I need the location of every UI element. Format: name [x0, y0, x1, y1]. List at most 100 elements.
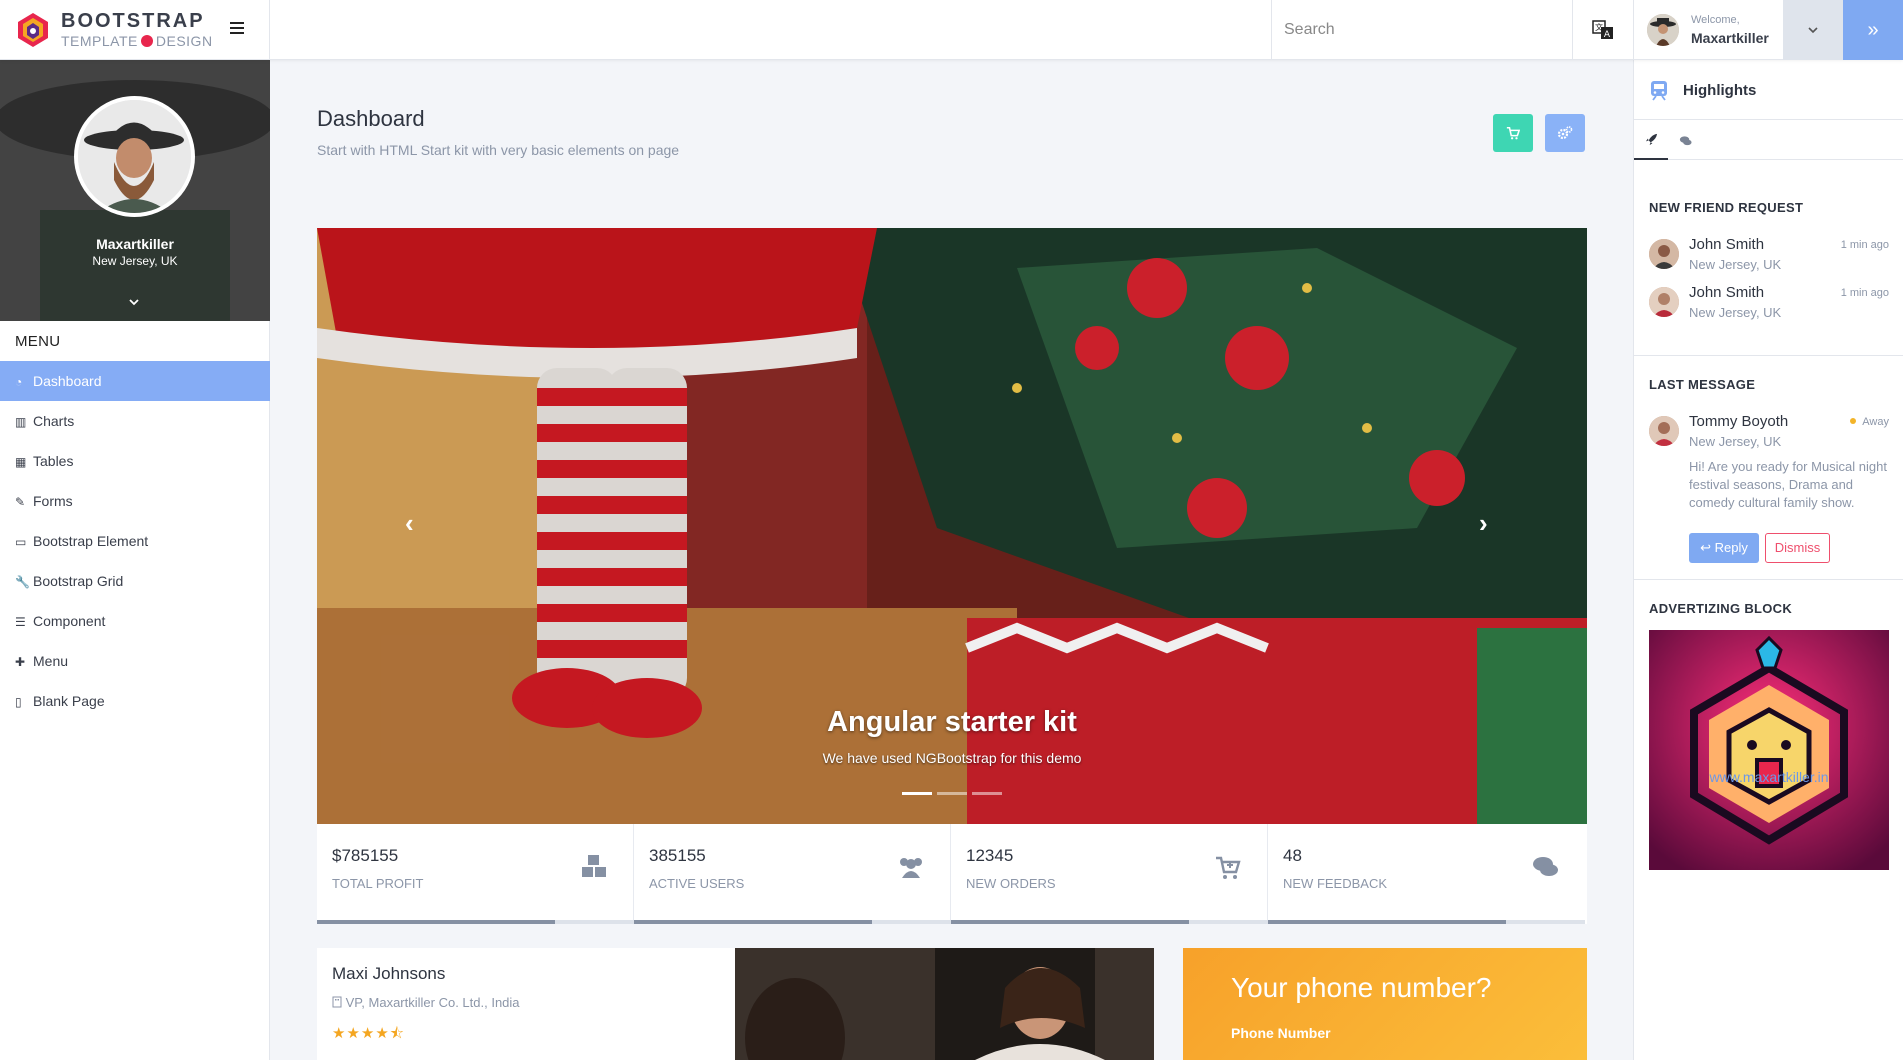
welcome-text: Welcome,	[1691, 14, 1740, 26]
sidebar-item-bootstrap-element[interactable]: ▭ Bootstrap Element	[0, 521, 270, 561]
reply-label: Reply	[1714, 540, 1748, 555]
svg-text:A: A	[1604, 30, 1611, 40]
avatar	[1649, 287, 1679, 317]
chevron-right-icon: ›	[1479, 508, 1488, 538]
divider	[1634, 355, 1903, 356]
tab-activity[interactable]	[1634, 120, 1668, 160]
friend-name: John Smith	[1689, 236, 1765, 253]
stat-new-orders: 12345 NEW ORDERS	[951, 824, 1268, 924]
right-panel-title: Highlights	[1683, 82, 1757, 99]
carousel-indicator[interactable]	[902, 792, 932, 795]
user-avatar	[1647, 14, 1679, 46]
top-navbar: BOOTSTRAP TEMPLATEDESIGN A 文 Welcome, Ma	[0, 0, 1903, 60]
cart-icon	[1506, 126, 1521, 140]
carousel-indicator[interactable]	[937, 792, 967, 795]
profile-location: New Jersey, UK	[92, 254, 178, 268]
hamburger-menu-icon[interactable]	[230, 22, 244, 36]
svg-text:文: 文	[1595, 22, 1603, 32]
sidebar-item-charts[interactable]: ▥ Charts	[0, 401, 270, 441]
translate-icon: A 文	[1592, 20, 1613, 40]
advertising-heading: ADVERTIZING BLOCK	[1649, 601, 1793, 616]
plus-icon: ✚	[15, 655, 26, 669]
tab-chat[interactable]	[1668, 120, 1702, 160]
user-menu[interactable]: Welcome, Maxartkiller	[1633, 0, 1783, 60]
friend-name: John Smith	[1689, 284, 1765, 301]
translate-button[interactable]: A 文	[1572, 0, 1633, 60]
phone-card-title: Your phone number?	[1231, 972, 1492, 1003]
stat-progress-fill	[634, 920, 872, 924]
carousel-next-button[interactable]: ›	[1479, 508, 1488, 539]
sidebar-item-label: Bootstrap Grid	[33, 573, 124, 589]
sidebar-item-bootstrap-grid[interactable]: 🔧 Bootstrap Grid	[0, 561, 270, 601]
sidebar-item-label: Dashboard	[33, 373, 102, 389]
sidebar-item-component[interactable]: ☰ Component	[0, 601, 270, 641]
star-rating: ★★★★⯪	[332, 1025, 405, 1042]
sidebar-item-label: Blank Page	[33, 693, 105, 709]
reply-icon: ↩	[1700, 540, 1715, 555]
stat-progress	[317, 920, 634, 924]
stat-value: 12345	[966, 846, 1014, 865]
carousel-prev-button[interactable]: ‹	[405, 508, 414, 539]
lion-logo-icon	[18, 13, 48, 47]
cubes-icon	[582, 855, 606, 877]
friend-location: New Jersey, UK	[1689, 257, 1782, 272]
sidebar-item-label: Tables	[33, 453, 74, 469]
user-dropdown-button[interactable]	[1783, 0, 1843, 60]
sidebar-item-forms[interactable]: ✎ Forms	[0, 481, 270, 521]
brand-subtitle: TEMPLATE DESIGN	[61, 33, 213, 49]
cart-button[interactable]	[1493, 114, 1533, 152]
page-subtitle: Start with HTML Start kit with very basi…	[317, 142, 680, 158]
right-panel-tabs	[1634, 120, 1903, 160]
message-sender[interactable]: Tommy Boyoth New Jersey, UK Away	[1649, 413, 1889, 457]
brand-sub-right: DESIGN	[155, 33, 213, 49]
message-sender-name: Tommy Boyoth	[1689, 413, 1789, 430]
stat-total-profit: $785155 TOTAL PROFIT	[317, 824, 634, 924]
stat-value: $785155	[332, 846, 399, 865]
users-icon	[900, 858, 922, 878]
stat-label: TOTAL PROFIT	[332, 876, 424, 891]
stat-progress-fill	[317, 920, 555, 924]
dismiss-button[interactable]: Dismiss	[1765, 533, 1830, 563]
sidebar-menu: ◔ Dashboard ▥ Charts ▦ Tables ✎ Forms ▭ Boots…	[0, 361, 270, 721]
edit-icon: ✎	[15, 495, 26, 509]
table-icon: ▦	[15, 455, 27, 469]
settings-button[interactable]	[1545, 114, 1585, 152]
right-panel-toggle-button[interactable]: »	[1843, 0, 1903, 60]
brand-sub-left: TEMPLATE	[61, 33, 138, 49]
advertising-link[interactable]: www.maxartkiller.in	[1634, 769, 1903, 785]
chevron-down-icon[interactable]	[128, 296, 140, 308]
brand-name: BOOTSTRAP	[61, 10, 205, 32]
friend-time: 1 min ago	[1840, 287, 1889, 299]
friend-requests-heading: NEW FRIEND REQUEST	[1649, 200, 1804, 215]
carousel-indicator[interactable]	[972, 792, 1002, 795]
search-input[interactable]	[1272, 0, 1572, 60]
profile-name: Maxartkiller	[96, 236, 174, 252]
friend-request-item[interactable]: John Smith New Jersey, UK 1 min ago	[1649, 284, 1889, 328]
brand-dot-icon	[140, 35, 153, 47]
image-carousel[interactable]: ‹ › Angular starter kit We have used NGB…	[317, 228, 1587, 824]
profile-card: Maxi Johnsons VP, Maxartkiller Co. Ltd.,…	[317, 948, 1154, 1060]
sidebar-item-menu[interactable]: ✚ Menu	[0, 641, 270, 681]
message-sender-location: New Jersey, UK	[1689, 434, 1782, 449]
profile-avatar[interactable]	[74, 96, 195, 217]
sidebar-item-blank-page[interactable]: ▯ Blank Page	[0, 681, 270, 721]
right-panel: Highlights NEW FRIEND REQUEST John Smith…	[1633, 60, 1903, 1060]
stat-value: 48	[1283, 846, 1302, 865]
status-badge: Away	[1850, 416, 1889, 428]
sidebar-item-tables[interactable]: ▦ Tables	[0, 441, 270, 481]
stat-progress-fill	[951, 920, 1189, 924]
brand[interactable]: BOOTSTRAP TEMPLATE DESIGN	[0, 0, 270, 60]
dashboard-icon: ◔	[15, 375, 23, 389]
advertising-image[interactable]	[1649, 630, 1889, 870]
sidebar-item-dashboard[interactable]: ◔ Dashboard	[0, 361, 270, 401]
file-icon: ▯	[15, 695, 22, 709]
menu-heading: MENU	[15, 333, 61, 350]
building-icon	[332, 996, 342, 1008]
comments-icon	[1533, 857, 1558, 876]
list-icon: ☰	[15, 615, 26, 629]
friend-request-item[interactable]: John Smith New Jersey, UK 1 min ago	[1649, 236, 1889, 280]
chevron-down-icon	[1808, 27, 1818, 34]
reply-button[interactable]: ↩ Reply	[1689, 533, 1759, 563]
profile-card-name: Maxi Johnsons	[332, 964, 446, 983]
phone-number-label: Phone Number	[1231, 1025, 1331, 1041]
